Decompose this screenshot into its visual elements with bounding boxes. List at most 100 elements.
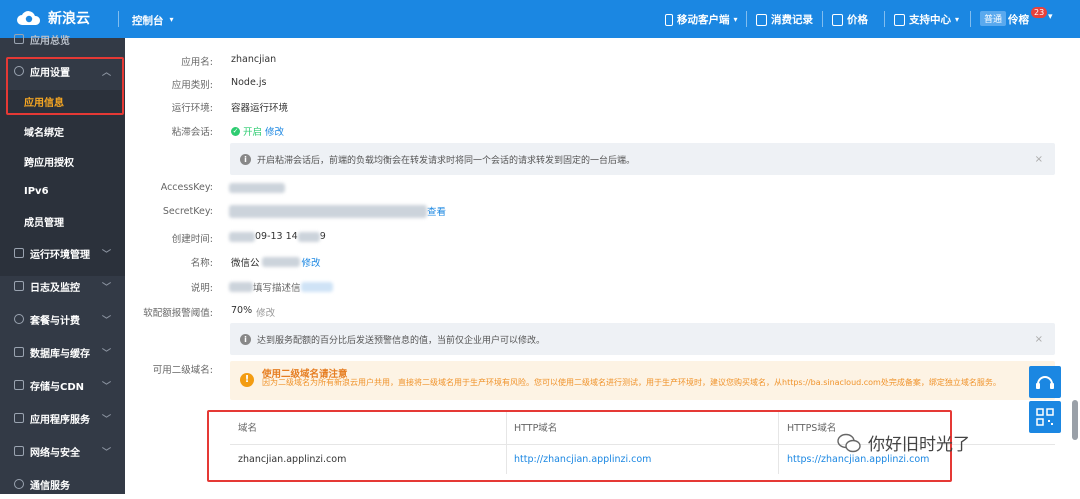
headset-icon: [1036, 376, 1054, 389]
chevron-down-icon: ﹀: [101, 414, 111, 425]
divider: [822, 11, 823, 27]
chevron-down-icon: ﹀: [101, 348, 111, 359]
runtime-value: 容器运行环境: [231, 103, 289, 114]
quota-value: 70% 修改: [231, 305, 275, 319]
warning-text: 因为二级域名为所有新浪云用户共用，直接将二级域名用于生产环境有风险。您可以使用二…: [262, 378, 1001, 387]
billing-icon: [14, 314, 24, 324]
sidebar-section-network[interactable]: 网络与安全 ﹀: [0, 436, 125, 466]
chevron-down-icon: ﹀: [101, 249, 111, 260]
quota-edit-link: 修改: [256, 308, 276, 319]
accesskey-value-redacted: [229, 182, 285, 193]
name-value: 微信公 修改: [231, 255, 321, 269]
sidebar-section-app-services[interactable]: 应用程序服务 ﹀: [0, 403, 125, 433]
sidebar-section-storage[interactable]: 存储与CDN ﹀: [0, 370, 125, 400]
nav-label: 移动客户端: [677, 14, 730, 26]
nav-price[interactable]: 价格: [832, 12, 868, 27]
console-label: 控制台: [132, 15, 164, 27]
info-text: 开启粘滞会话后，前端的负载均衡会在转发请求时将同一个会话的请求转发到固定的一台后…: [257, 155, 636, 166]
sidebar-item-members[interactable]: 成员管理: [0, 206, 125, 236]
secretkey-view-link[interactable]: 查看: [427, 204, 446, 218]
caret-down-icon: ▾: [169, 15, 174, 24]
field-label: 运行环境:: [171, 103, 213, 114]
nav-label: 消费记录: [771, 14, 813, 26]
runtime-icon: [14, 248, 24, 258]
nav-label: 支持中心: [909, 14, 951, 26]
field-label: 说明:: [190, 283, 213, 294]
field-label: 软配额报警阈值:: [143, 308, 213, 319]
watermark-text: 你好旧时光了: [868, 435, 970, 455]
communication-icon: [14, 479, 24, 489]
sidebar-section-billing[interactable]: 套餐与计费 ﹀: [0, 304, 125, 334]
caret-down-icon: ▾: [733, 15, 738, 24]
logo-text: 新浪云: [48, 11, 90, 27]
quota-percent: 70%: [231, 305, 253, 316]
divider: [118, 11, 119, 27]
wechat-icon: [837, 433, 861, 452]
logo[interactable]: 新浪云: [16, 8, 90, 28]
field-label: 名称:: [190, 258, 213, 269]
sidebar-section-label: 运行环境管理: [30, 249, 90, 261]
name-text: 微信公: [231, 258, 260, 269]
sidebar-section-label: 应用程序服务: [30, 414, 90, 426]
sidebar-section-label: 数据库与缓存: [30, 348, 90, 360]
customer-service-button[interactable]: [1029, 366, 1061, 398]
price-icon: [832, 13, 843, 26]
notification-count-badge[interactable]: 23: [1031, 7, 1048, 18]
check-circle-icon: ✓: [231, 126, 240, 136]
sidebar-section-runtime[interactable]: 运行环境管理 ﹀: [0, 238, 125, 268]
receipt-icon: [756, 13, 767, 26]
created-time-text: 09-13 14: [255, 231, 298, 242]
overview-icon: [14, 34, 24, 44]
app-type-value: Node.js: [231, 77, 267, 88]
field-label: SecretKey:: [162, 206, 213, 217]
sidebar-item-app-overview[interactable]: 应用总览: [0, 28, 125, 50]
services-icon: [14, 413, 24, 423]
chevron-down-icon: ﹀: [101, 447, 111, 458]
description-value: 填写描述信: [229, 280, 333, 294]
shield-icon: [14, 446, 24, 456]
sidebar-section-database[interactable]: 数据库与缓存 ﹀: [0, 337, 125, 367]
close-icon[interactable]: ×: [1035, 154, 1043, 165]
qr-code-icon: [1036, 408, 1054, 426]
description-text: 填写描述信: [253, 283, 301, 294]
sidebar-section-label: 日志及监控: [30, 282, 80, 294]
user-level-badge: 普通: [980, 11, 1007, 26]
sidebar-section-logs[interactable]: 日志及监控 ﹀: [0, 271, 125, 301]
sidebar-item-domain-binding[interactable]: 域名绑定: [0, 116, 125, 146]
support-icon: [894, 13, 905, 26]
storage-icon: [14, 380, 24, 390]
sticky-edit-link[interactable]: 修改: [265, 124, 284, 138]
cloud-logo-icon: [17, 11, 41, 25]
nav-billing-records[interactable]: 消费记录: [756, 12, 813, 27]
nav-mobile-client[interactable]: 移动客户端 ▾: [665, 12, 738, 27]
divider: [970, 11, 971, 27]
warning-icon: !: [240, 373, 254, 387]
app-name-value: zhancjian: [231, 54, 277, 65]
nav-support-center[interactable]: 支持中心 ▾: [894, 12, 959, 27]
sidebar-section-communication[interactable]: 通信服务: [0, 469, 125, 499]
field-label: 创建时间:: [171, 234, 213, 245]
nav-label: 价格: [847, 14, 868, 26]
highlight-box: [6, 57, 124, 115]
subdomain-warning-box: ! 使用二级域名请注意 因为二级域名为所有新浪云用户共用，直接将二级域名用于生产…: [230, 361, 1055, 400]
info-icon: i: [240, 153, 251, 165]
user-menu[interactable]: 伶榕: [1008, 12, 1029, 27]
name-edit-link[interactable]: 修改: [302, 255, 321, 269]
close-icon[interactable]: ×: [1035, 334, 1043, 345]
info-text: 达到服务配额的百分比后发送预警信息的值，当前仅企业用户可以修改。: [257, 335, 546, 346]
sidebar-section-label: 通信服务: [30, 480, 70, 492]
field-label: 应用类别:: [171, 80, 213, 91]
sidebar-item-cross-app-auth[interactable]: 跨应用授权: [0, 146, 125, 176]
scrollbar[interactable]: [1072, 400, 1078, 440]
top-navigation-bar: 新浪云 控制台 ▾ 移动客户端 ▾ 消费记录 价格 支持中心 ▾ 普通 伶榕 2…: [0, 0, 1080, 38]
sidebar-item-ipv6[interactable]: IPv6: [0, 176, 125, 206]
secretkey-value: 查看: [229, 204, 446, 218]
qr-code-button[interactable]: [1029, 401, 1061, 433]
caret-down-icon: ▾: [1048, 12, 1053, 22]
divider: [884, 11, 885, 27]
sidebar-section-label: 存储与CDN: [30, 381, 85, 393]
console-menu[interactable]: 控制台 ▾: [132, 13, 174, 28]
field-label: 粘滞会话:: [171, 127, 213, 138]
sidebar-item-label: 应用总览: [30, 35, 70, 47]
field-label: 应用名:: [181, 57, 213, 68]
